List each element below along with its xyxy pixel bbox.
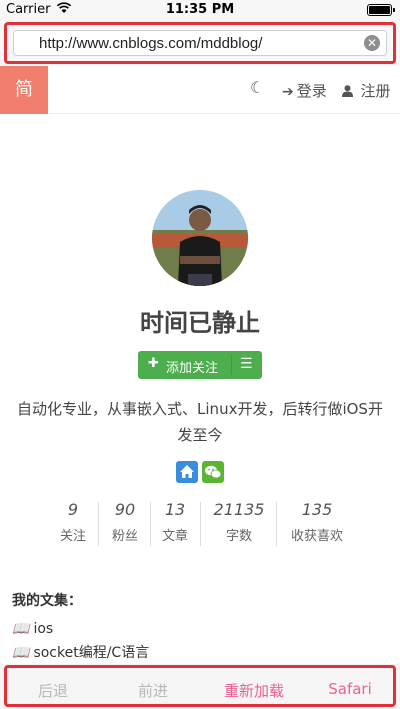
battery-icon [367,4,395,16]
login-link[interactable]: ➔ 登录 [282,80,327,101]
stat-label: 文章 [161,529,188,544]
stat-label: 粉丝 [111,529,138,544]
collection-item[interactable]: 📖 ios [12,621,53,637]
reload-button[interactable]: 重新加载 [209,680,299,701]
profile-stats: 9 关注 90 粉丝 13 文章 21135 字数 135 收获喜欢 [50,500,370,548]
stat-following[interactable]: 9 关注 [50,500,96,548]
stat-divider [276,502,277,546]
avatar [152,190,248,286]
stat-label: 收获喜欢 [290,529,343,544]
forward-button[interactable]: 前进 [113,680,193,701]
stat-value: 21135 [213,500,265,519]
menu-icon[interactable]: ☰ [240,356,253,372]
toolbar-highlight: 后退 前进 重新加载 Safari [4,665,396,707]
book-icon: 📖 [12,645,30,661]
simplified-chinese-button[interactable]: 简 [0,66,48,114]
sign-in-icon: ➔ [282,84,294,100]
back-button[interactable]: 后退 [13,680,93,701]
follow-button[interactable]: ✚ 添加关注 ☰ [138,351,262,379]
user-icon [342,84,357,100]
collections-title: 我的文集： [12,593,82,609]
stat-followers[interactable]: 90 粉丝 [102,500,148,548]
register-label: 注册 [360,82,391,100]
stat-divider [200,502,201,546]
status-time: 11:35 PM [165,2,235,17]
open-in-safari-button[interactable]: Safari [310,680,390,698]
login-label: 登录 [296,82,327,100]
stat-value: 90 [114,500,136,519]
url-text: http://www.cnblogs.com/mddblog/ [39,35,263,52]
browser-toolbar: 后退 前进 重新加载 Safari [0,664,400,709]
stat-articles[interactable]: 13 文章 [154,500,196,548]
home-icon[interactable] [176,461,198,483]
moon-icon[interactable]: ☾ [250,78,264,97]
book-icon: 📖 [12,621,30,637]
stat-words[interactable]: 21135 字数 [204,500,274,548]
profile-bio: 自动化专业，从事嵌入式、Linux开发，后转行做iOS开发至今 [17,400,383,444]
plus-icon: ✚ [148,356,159,371]
stat-label: 关注 [59,529,86,544]
wechat-icon[interactable] [202,461,224,483]
stat-label: 字数 [225,529,252,544]
stat-divider [98,502,99,546]
collection-item[interactable]: 📖 socket编程/C语言 [12,642,149,662]
status-bar: Carrier 11:35 PM [0,0,400,20]
stat-divider [150,502,151,546]
site-header: 简 ☾ ➔ 登录 注册 [0,66,400,114]
follow-label: 添加关注 [166,361,219,376]
url-field[interactable]: http://www.cnblogs.com/mddblog/ ✕ [13,30,387,56]
stat-likes[interactable]: 135 收获喜欢 [282,500,352,548]
collection-label: socket编程/C语言 [33,645,150,661]
stat-value: 135 [301,500,333,519]
clear-icon[interactable]: ✕ [364,35,380,51]
stat-value: 9 [67,500,79,519]
address-bar-highlight: http://www.cnblogs.com/mddblog/ ✕ [4,22,396,64]
stat-value: 13 [164,500,186,519]
register-link[interactable]: 注册 [342,80,390,101]
profile-name: 时间已静止 [140,309,260,337]
social-links [176,461,224,485]
address-bar-area: http://www.cnblogs.com/mddblog/ ✕ [0,20,400,66]
button-divider [231,355,232,375]
collection-label: ios [33,621,54,637]
